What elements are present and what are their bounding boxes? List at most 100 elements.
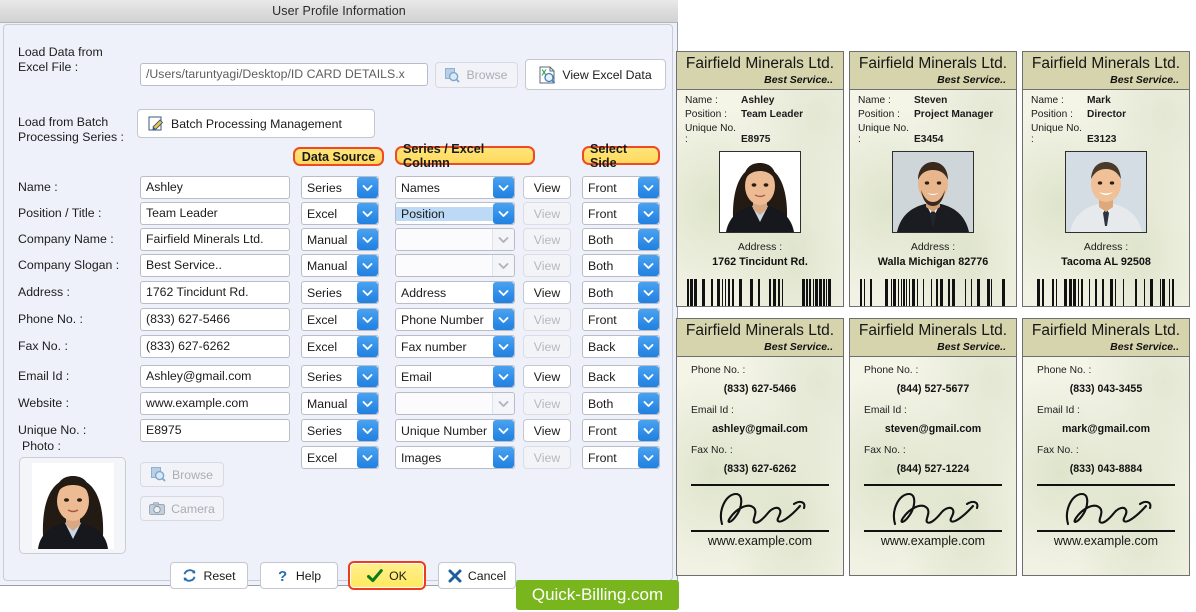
select-side-0[interactable]: Front [582,176,660,199]
reset-button[interactable]: Reset [170,562,248,589]
data-source-value-6: Excel [307,339,338,354]
view-button-6[interactable]: View [523,335,571,358]
card-fax-label: Fax No. : [691,445,733,456]
help-button[interactable]: ? Help [260,562,338,589]
view-button-1[interactable]: View [523,202,571,225]
select-side-8[interactable]: Both [582,392,660,415]
select-side-7[interactable]: Back [582,365,660,388]
ok-label: OK [389,568,407,583]
id-card-front-0[interactable]: Fairfield Minerals Ltd. Best Service.. Nam… [676,51,844,307]
chevron-down-icon [492,229,514,250]
select-side-value-7: Back [588,369,616,384]
card-position-row: Position : Project Manager [858,109,1016,120]
card-company-name: Fairfield Minerals Ltd. [685,55,835,72]
photo-browse-button[interactable]: Browse [140,462,224,487]
excel-file-icon: X [539,66,556,84]
data-source-value-7: Series [307,369,342,384]
edit-document-icon [148,115,165,132]
excel-column-select-6[interactable]: Fax number [395,335,515,358]
view-button-9[interactable]: View [523,419,571,442]
svg-text:?: ? [278,568,287,583]
data-source-select-0[interactable]: Series [301,176,379,199]
excel-column-select-4[interactable]: Address [395,281,515,304]
view-excel-data-button[interactable]: X View Excel Data [525,59,666,90]
card-name-key: Name : [685,95,718,106]
card-unique-key: Unique No. : [1031,123,1082,145]
select-side-4[interactable]: Both [582,281,660,304]
id-card-front-1[interactable]: Fairfield Minerals Ltd. Best Service.. Nam… [849,51,1017,307]
view-button-0[interactable]: View [523,176,571,199]
field-input-3[interactable]: Best Service.. [140,254,290,277]
select-side-2[interactable]: Both [582,228,660,251]
batch-processing-management-button[interactable]: Batch Processing Management [137,109,375,138]
select-side-5[interactable]: Front [582,308,660,331]
excel-column-select-1[interactable]: Position [395,202,515,225]
data-source-select-5[interactable]: Excel [301,308,379,331]
id-card-back-0[interactable]: Fairfield Minerals Ltd. Best Service.. Pho… [676,318,844,576]
data-source-select-6[interactable]: Excel [301,335,379,358]
badge-data-source: Data Source [293,147,384,166]
card-email-value: steven@gmail.com [884,423,982,435]
card-position-row: Position : Director [1031,109,1189,120]
id-card-back-1[interactable]: Fairfield Minerals Ltd. Best Service.. Pho… [849,318,1017,576]
ok-button[interactable]: OK [348,561,426,590]
data-source-select-7[interactable]: Series [301,365,379,388]
field-input-8[interactable]: www.example.com [140,392,290,415]
data-source-select-3[interactable]: Manual [301,254,379,277]
id-card-back-2[interactable]: Fairfield Minerals Ltd. Best Service.. Pho… [1022,318,1190,576]
excel-path-input[interactable]: /Users/taruntyagi/Desktop/ID CARD DETAIL… [140,63,428,86]
photo-data-source-value: Excel [307,450,338,465]
search-icon [150,467,166,482]
excel-column-select-2[interactable] [395,228,515,251]
view-button-4[interactable]: View [523,281,571,304]
chevron-down-icon [357,366,378,387]
data-source-select-8[interactable]: Manual [301,392,379,415]
brand-watermark: Quick-Billing.com [516,580,679,610]
view-button-8[interactable]: View [523,392,571,415]
card-email-value: ashley@gmail.com [712,423,808,435]
excel-column-select-8[interactable] [395,392,515,415]
chevron-down-icon [493,366,514,387]
field-label-7: Email Id : [18,369,70,383]
view-excel-data-label: View Excel Data [562,67,652,82]
view-button-3[interactable]: View [523,254,571,277]
field-input-2[interactable]: Fairfield Minerals Ltd. [140,228,290,251]
excel-column-select-3[interactable] [395,254,515,277]
excel-column-select-7[interactable]: Email [395,365,515,388]
photo-select-side[interactable]: Front [582,446,660,469]
field-input-5[interactable]: (833) 627-5466 [140,308,290,331]
field-input-0[interactable]: Ashley [140,176,290,199]
id-card-front-2[interactable]: Fairfield Minerals Ltd. Best Service.. Nam… [1022,51,1190,307]
card-position-key: Position : [1031,109,1073,120]
select-side-6[interactable]: Back [582,335,660,358]
data-source-select-2[interactable]: Manual [301,228,379,251]
excel-column-select-0[interactable]: Names [395,176,515,199]
field-input-7[interactable]: Ashley@gmail.com [140,365,290,388]
excel-column-select-5[interactable]: Phone Number [395,308,515,331]
photo-camera-button[interactable]: Camera [140,496,224,521]
photo-view-button[interactable]: View [523,446,571,469]
excel-column-value-7: Email [401,369,432,384]
view-button-7[interactable]: View [523,365,571,388]
field-input-9[interactable]: E8975 [140,419,290,442]
view-button-2[interactable]: View [523,228,571,251]
data-source-select-4[interactable]: Series [301,281,379,304]
select-side-1[interactable]: Front [582,202,660,225]
data-source-select-9[interactable]: Series [301,419,379,442]
view-button-5[interactable]: View [523,308,571,331]
field-input-1[interactable]: Team Leader [140,202,290,225]
photo-excel-column-select[interactable]: Images [395,446,515,469]
reset-label: Reset [203,568,236,583]
card-slogan: Best Service.. [1110,74,1179,86]
select-side-9[interactable]: Front [582,419,660,442]
browse-excel-button[interactable]: Browse [435,62,518,88]
field-input-6[interactable]: (833) 627-6262 [140,335,290,358]
data-source-select-1[interactable]: Excel [301,202,379,225]
field-input-4[interactable]: 1762 Tincidunt Rd. [140,281,290,304]
chevron-down-icon [638,229,659,250]
chevron-down-icon [357,255,378,276]
photo-data-source-select[interactable]: Excel [301,446,379,469]
cancel-button[interactable]: Cancel [438,562,516,589]
select-side-3[interactable]: Both [582,254,660,277]
excel-column-select-9[interactable]: Unique Number [395,419,515,442]
